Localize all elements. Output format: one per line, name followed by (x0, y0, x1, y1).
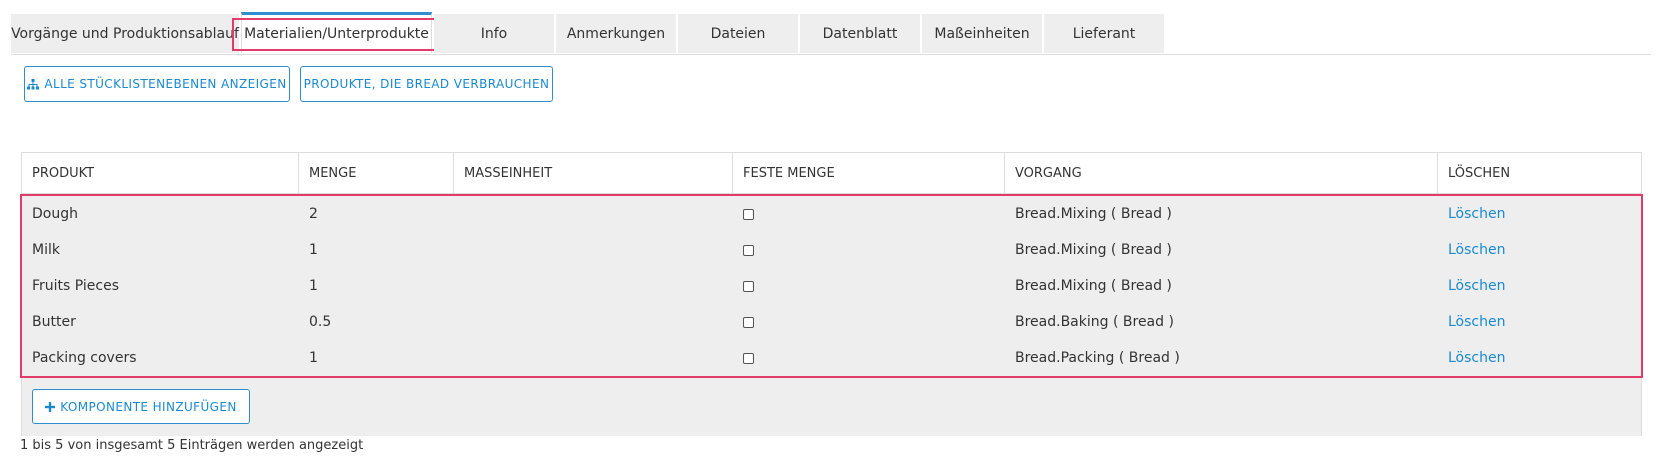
table-info-text: 1 bis 5 von insgesamt 5 Einträgen werden… (20, 438, 364, 453)
tab-label: Lieferant (1072, 25, 1136, 42)
cell-feste-menge (733, 304, 1005, 340)
tab-anmerkungen[interactable]: Anmerkungen (556, 14, 676, 53)
cell-feste-menge (733, 196, 1005, 232)
fixed-quantity-checkbox[interactable] (743, 316, 754, 328)
cell-masseinheit (454, 196, 733, 232)
button-label: KOMPONENTE HINZUFÜGEN (60, 399, 237, 414)
cell-vorgang: Bread.Mixing ( Bread ) (1015, 242, 1172, 258)
cell-menge: 2 (309, 206, 318, 222)
plus-icon (45, 401, 56, 412)
table-row: Fruits Pieces 1 Bread.Mixing ( Bread ) L… (22, 268, 1641, 304)
table-row: Milk 1 Bread.Mixing ( Bread ) Löschen (22, 232, 1641, 268)
products-using-bread-button[interactable]: PRODUKTE, DIE BREAD VERBRAUCHEN (300, 66, 553, 102)
cell-produkt: Butter (32, 314, 76, 330)
column-header-masseinheit[interactable]: MASSEINHEIT (454, 153, 733, 193)
tab-masseinheiten[interactable]: Maßeinheiten (922, 14, 1042, 53)
table-body: Dough 2 Bread.Mixing ( Bread ) Löschen M… (20, 194, 1643, 436)
table-footer-row: KOMPONENTE HINZUFÜGEN (22, 378, 1641, 436)
cell-menge: 1 (309, 242, 318, 258)
tab-bar: Vorgänge und Produktionsablauf Materiali… (11, 12, 1651, 55)
highlighted-rows: Dough 2 Bread.Mixing ( Bread ) Löschen M… (20, 194, 1643, 378)
tab-materialien[interactable]: Materialien/Unterprodukte (232, 12, 441, 53)
column-header-feste-menge[interactable]: FESTE MENGE (733, 153, 1005, 193)
cell-feste-menge (733, 268, 1005, 304)
table-row: Butter 0.5 Bread.Baking ( Bread ) Lösche… (22, 304, 1641, 340)
tab-label: Info (480, 25, 508, 42)
cell-masseinheit (454, 268, 733, 304)
cell-menge: 0.5 (309, 314, 332, 330)
cell-masseinheit (454, 304, 733, 340)
tab-lieferant[interactable]: Lieferant (1044, 14, 1164, 53)
cell-masseinheit (454, 340, 733, 376)
delete-link[interactable]: Löschen (1438, 232, 1641, 268)
cell-menge: 1 (309, 278, 318, 294)
tab-info[interactable]: Info (434, 14, 554, 53)
button-label: ALLE STÜCKLISTENEBENEN ANZEIGEN (44, 77, 287, 91)
tab-label: Dateien (710, 25, 766, 42)
cell-produkt: Packing covers (32, 350, 137, 366)
button-label: PRODUKTE, DIE BREAD VERBRAUCHEN (303, 77, 550, 91)
tab-vorgaenge[interactable]: Vorgänge und Produktionsablauf (11, 14, 239, 53)
tab-label: Anmerkungen (566, 25, 666, 42)
cell-feste-menge (733, 232, 1005, 268)
column-header-vorgang[interactable]: VORGANG (1005, 153, 1438, 193)
fixed-quantity-checkbox[interactable] (743, 280, 754, 292)
delete-link[interactable]: Löschen (1438, 340, 1641, 376)
delete-link[interactable]: Löschen (1438, 268, 1641, 304)
cell-vorgang: Bread.Baking ( Bread ) (1015, 314, 1174, 330)
delete-link[interactable]: Löschen (1438, 196, 1641, 232)
cell-produkt: Dough (32, 206, 78, 222)
components-table: PRODUKT MENGE MASSEINHEIT FESTE MENGE VO… (20, 152, 1643, 436)
show-all-bom-levels-button[interactable]: ALLE STÜCKLISTENEBENEN ANZEIGEN (24, 66, 290, 102)
cell-masseinheit (454, 232, 733, 268)
tab-label: Maßeinheiten (934, 25, 1030, 42)
fixed-quantity-checkbox[interactable] (743, 208, 754, 220)
table-row: Dough 2 Bread.Mixing ( Bread ) Löschen (22, 196, 1641, 232)
cell-menge: 1 (309, 350, 318, 366)
fixed-quantity-checkbox[interactable] (743, 352, 754, 364)
column-header-produkt[interactable]: PRODUKT (22, 153, 299, 193)
cell-produkt: Fruits Pieces (32, 278, 120, 294)
column-header-loeschen[interactable]: LÖSCHEN (1438, 153, 1641, 193)
column-header-menge[interactable]: MENGE (299, 153, 454, 193)
add-component-button[interactable]: KOMPONENTE HINZUFÜGEN (32, 389, 250, 424)
cell-vorgang: Bread.Mixing ( Bread ) (1015, 206, 1172, 222)
tab-label: Datenblatt (822, 25, 898, 42)
table-row: Packing covers 1 Bread.Packing ( Bread )… (22, 340, 1641, 376)
cell-vorgang: Bread.Mixing ( Bread ) (1015, 278, 1172, 294)
delete-link[interactable]: Löschen (1438, 304, 1641, 340)
cell-feste-menge (733, 340, 1005, 376)
table-header: PRODUKT MENGE MASSEINHEIT FESTE MENGE VO… (22, 153, 1641, 194)
sitemap-icon (27, 78, 40, 89)
cell-produkt: Milk (32, 242, 60, 258)
tab-label: Materialien/Unterprodukte (232, 17, 441, 51)
tab-datenblatt[interactable]: Datenblatt (800, 14, 920, 53)
tab-dateien[interactable]: Dateien (678, 14, 798, 53)
tab-label: Vorgänge und Produktionsablauf (11, 25, 239, 42)
fixed-quantity-checkbox[interactable] (743, 244, 754, 256)
cell-vorgang: Bread.Packing ( Bread ) (1015, 350, 1180, 366)
